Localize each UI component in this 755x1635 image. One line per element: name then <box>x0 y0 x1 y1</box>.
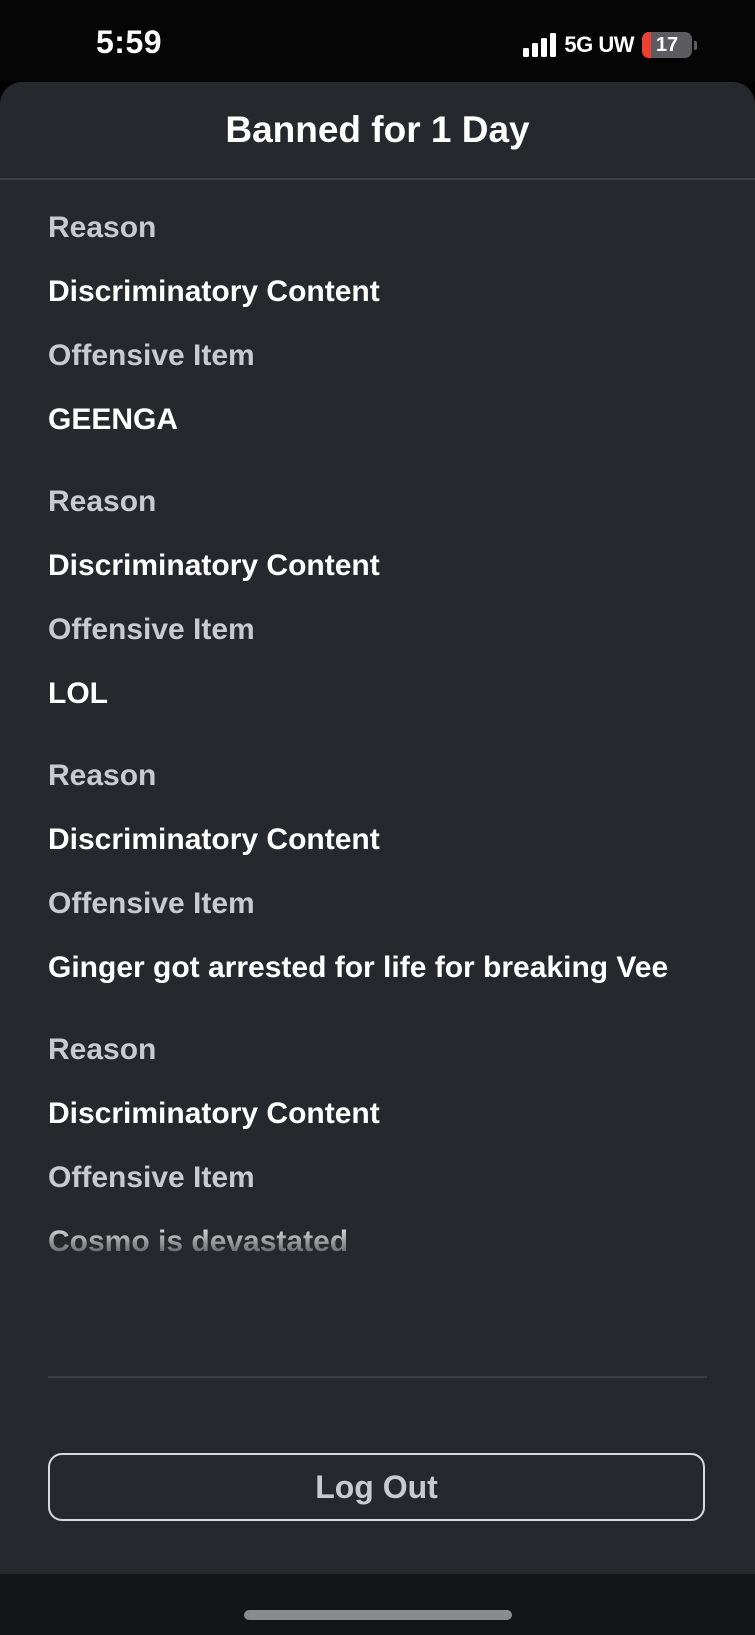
offensive-item-value: LOL <box>48 677 108 710</box>
battery-cap <box>694 40 697 50</box>
reason-value: Discriminatory Content <box>48 275 380 308</box>
log-out-button[interactable]: Log Out <box>48 1453 705 1521</box>
offensive-item-value: GEENGA <box>48 403 179 436</box>
offensive-item-label: Offensive Item <box>48 1161 255 1194</box>
network-type: 5G UW <box>564 32 634 57</box>
status-time: 5:59 <box>96 24 163 60</box>
offensive-item-label: Offensive Item <box>48 887 255 920</box>
signal-bars-icon <box>523 33 557 57</box>
ban-entry: Reason Discriminatory Content Offensive … <box>48 748 708 996</box>
ban-modal: Banned for 1 Day Reason Discriminatory C… <box>0 82 755 1574</box>
offensive-item-label: Offensive Item <box>48 339 255 372</box>
ban-entry: Reason Discriminatory Content Offensive … <box>48 474 708 722</box>
ban-entry: Reason Discriminatory Content Offensive … <box>48 1022 708 1270</box>
modal-title: Banned for 1 Day <box>225 109 530 150</box>
battery-level: 17 <box>655 33 679 56</box>
offensive-item-value: Cosmo is devastated <box>48 1214 708 1270</box>
reason-value: Discriminatory Content <box>48 823 380 856</box>
home-indicator[interactable] <box>244 1610 512 1620</box>
offensive-item-value: Ginger got arrested for life for breakin… <box>48 951 669 984</box>
reason-label: Reason <box>48 211 157 244</box>
status-bar: 5:59 5G UW 17 <box>0 0 755 82</box>
list-divider <box>48 1376 707 1378</box>
modal-header: Banned for 1 Day <box>0 82 755 180</box>
reason-value: Discriminatory Content <box>48 1097 380 1130</box>
home-bar <box>0 1574 755 1635</box>
battery-icon: 17 <box>642 32 692 58</box>
status-indicators: 5G UW 17 <box>523 30 697 60</box>
reason-value: Discriminatory Content <box>48 549 380 582</box>
offensive-item-label: Offensive Item <box>48 613 255 646</box>
ban-entry: Reason Discriminatory Content Offensive … <box>48 200 708 448</box>
ban-reasons-list[interactable]: Reason Discriminatory Content Offensive … <box>48 180 708 1438</box>
reason-label: Reason <box>48 485 157 518</box>
reason-label: Reason <box>48 759 157 792</box>
reason-label: Reason <box>48 1033 157 1066</box>
